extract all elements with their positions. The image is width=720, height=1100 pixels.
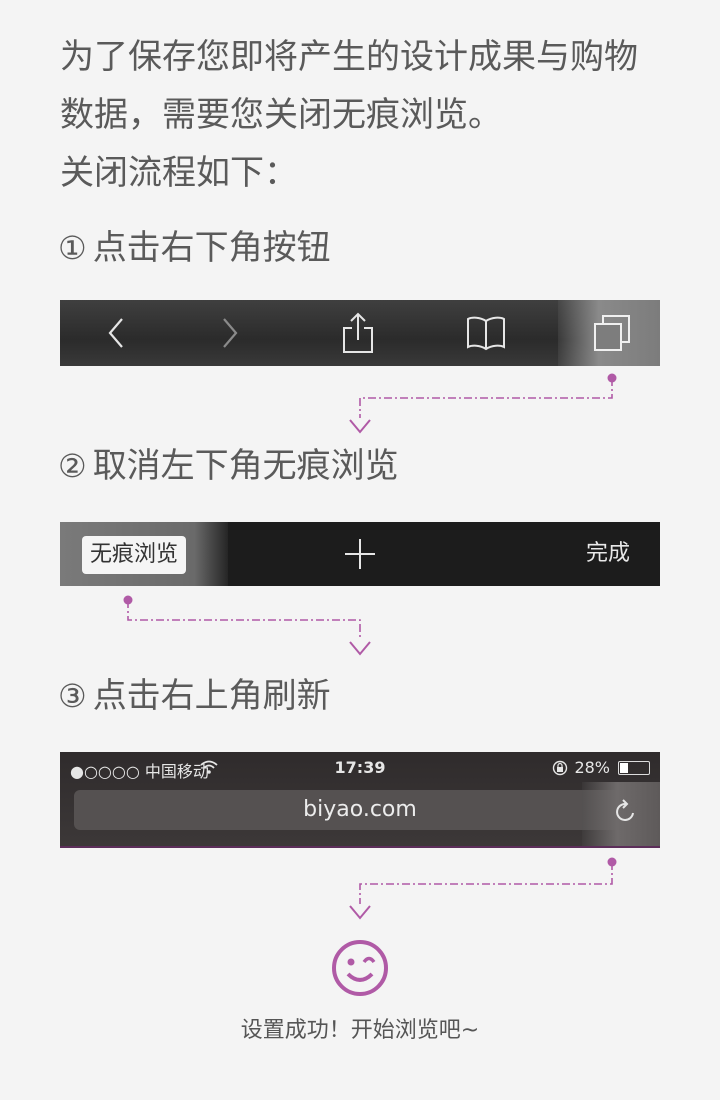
connector-2 <box>127 600 361 640</box>
connector-3-arrowhead <box>349 905 371 920</box>
connector-2-arrowhead <box>349 641 371 656</box>
connector-1 <box>359 378 613 418</box>
success-message: 设置成功！开始浏览吧~ <box>240 1018 480 1043</box>
connector-3 <box>359 862 613 904</box>
connector-3-dot <box>607 857 617 867</box>
connector-1-arrowhead <box>349 419 371 434</box>
connector-2-dot <box>123 595 133 605</box>
connector-arrows <box>123 373 617 920</box>
connector-1-dot <box>607 373 617 383</box>
wink-smiley-icon <box>332 940 388 996</box>
